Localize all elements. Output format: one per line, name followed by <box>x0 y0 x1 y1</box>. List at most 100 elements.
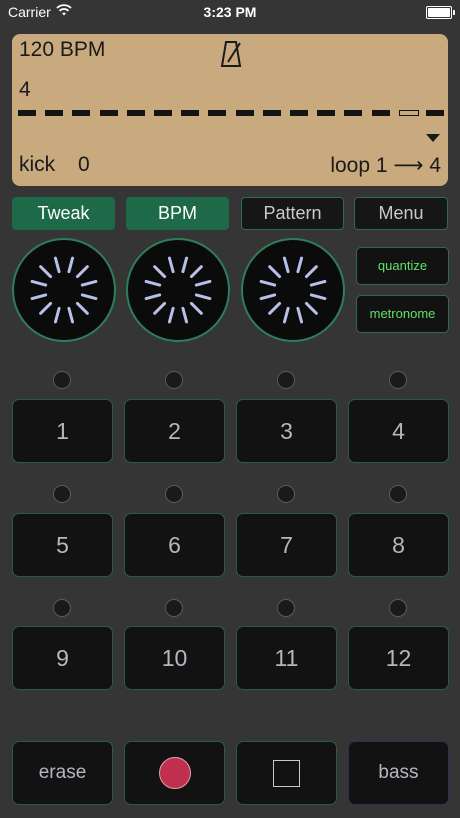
knob-tick <box>67 306 75 324</box>
knob-ticks-icon <box>30 256 98 324</box>
instrument-name: kick <box>19 153 56 176</box>
pattern-step <box>126 110 145 116</box>
pattern-step <box>317 110 336 116</box>
knob-tick <box>167 306 175 324</box>
pattern-step <box>426 110 444 116</box>
pattern-step <box>72 110 91 116</box>
pad-led-8 <box>389 485 407 503</box>
pattern-step <box>371 110 390 116</box>
metronome-icon[interactable] <box>218 40 244 68</box>
knob-tick <box>309 279 327 287</box>
knob-tick <box>282 256 290 274</box>
stop-icon <box>273 760 300 787</box>
knob-tick <box>259 279 277 287</box>
knob-tick <box>309 293 327 301</box>
pattern-step <box>208 110 227 116</box>
pad-1[interactable]: 1 <box>12 399 113 463</box>
pattern-step <box>99 110 118 116</box>
metronome-button[interactable]: metronome <box>356 295 449 333</box>
pattern-step <box>235 110 254 116</box>
tab-menu[interactable]: Menu <box>354 197 448 230</box>
pad-led-6 <box>165 485 183 503</box>
pad-led-4 <box>389 371 407 389</box>
knob-ticks-icon <box>259 256 327 324</box>
knob-tick <box>296 256 304 274</box>
pad-led-3 <box>277 371 295 389</box>
dropdown-arrow-icon[interactable] <box>426 134 440 142</box>
tab-pattern[interactable]: Pattern <box>241 197 344 230</box>
knob-ticks-icon <box>144 256 212 324</box>
record-button[interactable] <box>124 741 225 805</box>
knob-tick <box>80 293 98 301</box>
knob-3[interactable] <box>241 238 345 342</box>
knob-tick <box>75 265 89 279</box>
lcd-display: 120 BPM 4 kick 0 loop 1 ⟶ 4 <box>12 34 448 186</box>
knob-tick <box>75 301 89 315</box>
knob-tick <box>259 293 277 301</box>
battery-icon <box>426 6 455 19</box>
knob-tick <box>181 256 189 274</box>
knob-tick <box>304 265 318 279</box>
knob-tick <box>194 293 212 301</box>
beats-readout: 4 <box>19 78 31 101</box>
pattern-step-current <box>398 110 419 116</box>
pad-3[interactable]: 3 <box>236 399 337 463</box>
pattern-step-row <box>18 110 444 118</box>
bpm-readout: 120 BPM <box>19 38 106 61</box>
pad-8[interactable]: 8 <box>348 513 449 577</box>
knob-tick <box>53 256 61 274</box>
pad-led-9 <box>53 599 71 617</box>
knob-1[interactable] <box>12 238 116 342</box>
pad-10[interactable]: 10 <box>124 626 225 690</box>
pad-7[interactable]: 7 <box>236 513 337 577</box>
knob-tick <box>153 301 167 315</box>
pattern-step <box>45 110 64 116</box>
status-bar: Carrier 3:23 PM <box>0 0 460 24</box>
knob-tick <box>167 256 175 274</box>
pad-4[interactable]: 4 <box>348 399 449 463</box>
knob-tick <box>53 306 61 324</box>
pad-led-12 <box>389 599 407 617</box>
knob-2[interactable] <box>126 238 230 342</box>
knob-tick <box>304 301 318 315</box>
pad-2[interactable]: 2 <box>124 399 225 463</box>
pad-led-11 <box>277 599 295 617</box>
knob-tick <box>30 293 48 301</box>
pattern-step <box>18 110 36 116</box>
erase-button[interactable]: erase <box>12 741 113 805</box>
knob-tick <box>67 256 75 274</box>
pad-led-2 <box>165 371 183 389</box>
knob-tick <box>296 306 304 324</box>
pad-9[interactable]: 9 <box>12 626 113 690</box>
knob-tick <box>144 293 162 301</box>
pad-11[interactable]: 11 <box>236 626 337 690</box>
pattern-step <box>290 110 308 116</box>
knob-tick <box>181 306 189 324</box>
loop-readout: loop 1 ⟶ 4 <box>330 154 441 177</box>
pad-led-7 <box>277 485 295 503</box>
tab-bpm[interactable]: BPM <box>126 197 229 230</box>
pattern-step <box>262 110 281 116</box>
bass-button[interactable]: bass <box>348 741 449 805</box>
clock: 3:23 PM <box>203 4 257 20</box>
pad-5[interactable]: 5 <box>12 513 113 577</box>
pad-12[interactable]: 12 <box>348 626 449 690</box>
knob-tick <box>30 279 48 287</box>
knob-tick <box>39 301 53 315</box>
pad-led-1 <box>53 371 71 389</box>
pad-6[interactable]: 6 <box>124 513 225 577</box>
knob-tick <box>282 306 290 324</box>
stop-button[interactable] <box>236 741 337 805</box>
pad-led-10 <box>165 599 183 617</box>
tab-tweak[interactable]: Tweak <box>12 197 115 230</box>
pattern-step <box>154 110 172 116</box>
quantize-button[interactable]: quantize <box>356 247 449 285</box>
knob-tick <box>153 265 167 279</box>
record-icon <box>159 757 191 789</box>
knob-tick <box>39 265 53 279</box>
knob-tick <box>194 279 212 287</box>
knob-tick <box>189 265 203 279</box>
knob-tick <box>144 279 162 287</box>
pattern-step <box>181 110 200 116</box>
pattern-step <box>344 110 363 116</box>
